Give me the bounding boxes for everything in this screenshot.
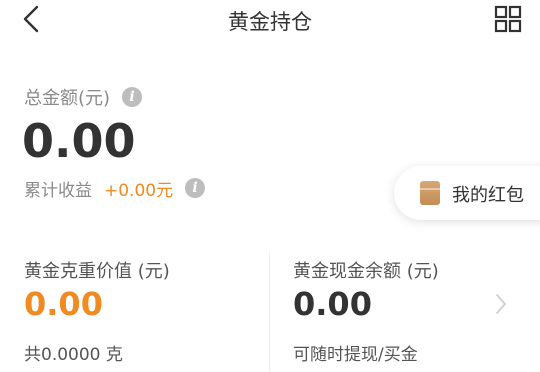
top-nav-bar: 黄金持仓 bbox=[0, 0, 540, 40]
gold-weight-value-label: 黄金克重价值 (元) bbox=[24, 261, 170, 282]
grid-icon[interactable] bbox=[494, 5, 522, 33]
gold-cash-balance-label[interactable]: 黄金现金余额 (元) bbox=[293, 257, 439, 283]
cumulative-earnings-label: 累计收益 bbox=[24, 181, 92, 201]
cumulative-earnings-value: +0.00元 bbox=[104, 181, 174, 201]
total-amount-value: 0.00 bbox=[22, 114, 136, 168]
red-packet-icon bbox=[420, 181, 440, 205]
info-icon[interactable]: i bbox=[185, 178, 205, 198]
gold-cash-balance-value[interactable]: 0.00 bbox=[293, 285, 372, 323]
gold-cash-balance-subtitle: 可随时提现/买金 bbox=[293, 345, 418, 365]
info-icon[interactable]: i bbox=[122, 87, 142, 107]
total-amount-label: 总金额(元) bbox=[24, 88, 111, 109]
my-red-packet-button[interactable]: 我的红包 bbox=[394, 166, 540, 220]
gold-weight-quantity: 共0.0000 克 bbox=[24, 345, 123, 365]
red-packet-label: 我的红包 bbox=[452, 185, 524, 206]
column-divider bbox=[269, 252, 270, 372]
page-title: 黄金持仓 bbox=[228, 10, 312, 34]
chevron-right-icon[interactable] bbox=[494, 292, 508, 316]
gold-weight-value: 0.00 bbox=[24, 285, 103, 323]
